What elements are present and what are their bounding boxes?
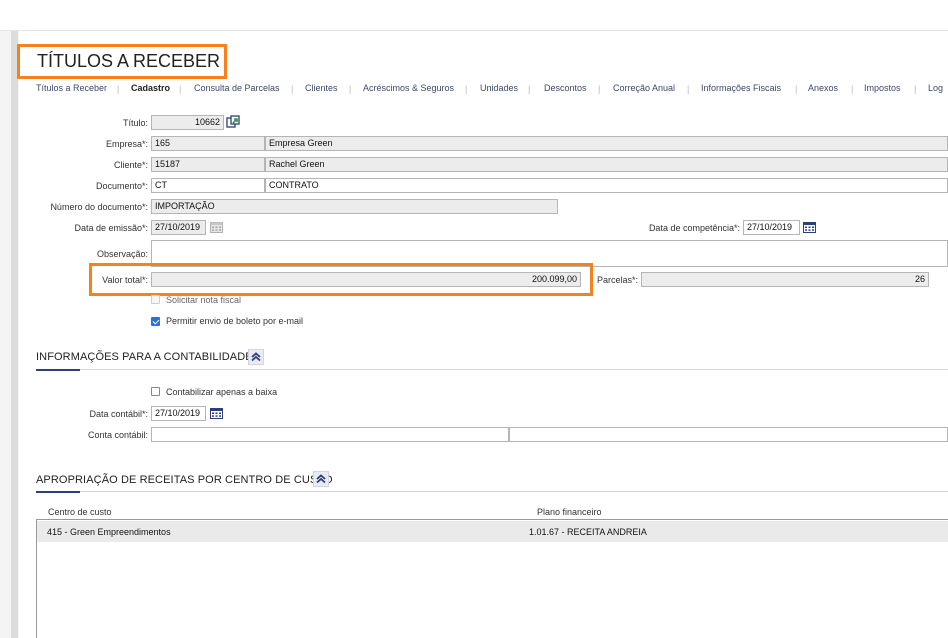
data-emissao-label: Data de emissão*:	[74, 223, 148, 233]
tab-separator: |	[291, 84, 294, 94]
tab-separator: |	[851, 84, 854, 94]
tab-separator: |	[687, 84, 690, 94]
data-contabil-field[interactable]: 27/10/2019	[151, 406, 206, 421]
valor-total-field[interactable]: 200.099,00	[151, 272, 581, 287]
data-competencia-field[interactable]: 27/10/2019	[743, 220, 800, 235]
titulo-field[interactable]: 10662	[151, 115, 224, 130]
table-row[interactable]: 415 - Green Empreendimentos 1.01.67 - RE…	[37, 521, 948, 542]
tab-separator: |	[528, 84, 531, 94]
collapse-apropriacao-button[interactable]	[313, 471, 329, 487]
tab-acrescimos-seguros[interactable]: Acréscimos & Seguros	[363, 83, 454, 93]
calendar-icon[interactable]	[210, 407, 223, 419]
column-header-plano-financeiro[interactable]: Plano financeiro	[537, 507, 602, 517]
tab-log[interactable]: Log	[928, 83, 943, 93]
numero-documento-field[interactable]: IMPORTAÇÃO	[151, 199, 558, 214]
tab-descontos[interactable]: Descontos	[544, 83, 587, 93]
tab-anexos[interactable]: Anexos	[808, 83, 838, 93]
numero-documento-label: Número do documento*:	[50, 202, 148, 212]
valor-total-label: Valor total*:	[102, 275, 148, 285]
section-underline	[36, 369, 80, 371]
tab-separator: |	[117, 84, 120, 94]
solicitar-nota-checkbox	[151, 295, 160, 304]
tab-correcao-anual[interactable]: Correção Anual	[613, 83, 675, 93]
conta-contabil-code-field[interactable]	[151, 427, 509, 442]
tab-informacoes-fiscais[interactable]: Informações Fiscais	[701, 83, 781, 93]
tab-separator: |	[179, 84, 182, 94]
left-scrollbar[interactable]	[11, 31, 18, 638]
cliente-name-field[interactable]: Rachel Green	[265, 157, 948, 172]
section-divider	[36, 491, 948, 492]
empresa-label: Empresa*:	[105, 139, 148, 149]
tab-clientes[interactable]: Clientes	[305, 83, 338, 93]
contabilizar-baixa-label: Contabilizar apenas a baixa	[166, 387, 278, 397]
parcelas-label: Parcelas*:	[596, 275, 638, 285]
documento-code-field[interactable]: CT	[151, 178, 265, 193]
page-title: TÍTULOS A RECEBER	[17, 44, 227, 79]
data-competencia-label: Data de competência*:	[648, 223, 740, 233]
tab-titulos-a-receber[interactable]: Títulos a Receber	[36, 83, 107, 93]
conta-contabil-name-field[interactable]	[509, 427, 948, 442]
collapse-contabilidade-button[interactable]	[248, 349, 264, 365]
tab-cadastro[interactable]: Cadastro	[131, 83, 170, 93]
contabilidade-section-title: INFORMAÇÕES PARA A CONTABILIDADE	[36, 351, 253, 363]
parcelas-field[interactable]: 26	[641, 272, 929, 287]
top-bar	[0, 0, 948, 31]
tab-separator: |	[349, 84, 352, 94]
documento-label: Documento*:	[95, 181, 148, 191]
section-underline	[36, 491, 80, 493]
empresa-code-field[interactable]: 165	[151, 136, 265, 151]
tab-impostos[interactable]: Impostos	[864, 83, 901, 93]
tab-consulta-de-parcelas[interactable]: Consulta de Parcelas	[194, 83, 280, 93]
copy-icon[interactable]	[226, 115, 240, 129]
section-divider	[36, 369, 948, 370]
data-emissao-field[interactable]: 27/10/2019	[151, 220, 206, 235]
empresa-name-field[interactable]: Empresa Green	[265, 136, 948, 151]
tab-separator: |	[598, 84, 601, 94]
calendar-icon[interactable]	[803, 221, 816, 233]
left-sidebar-strip	[0, 31, 19, 638]
cliente-code-field[interactable]: 15187	[151, 157, 265, 172]
data-contabil-label: Data contábil*:	[89, 409, 148, 419]
tab-separator: |	[795, 84, 798, 94]
tab-unidades[interactable]: Unidades	[480, 83, 518, 93]
conta-contabil-label: Conta contábil:	[87, 430, 148, 440]
apropriacao-section-title: APROPRIAÇÃO DE RECEITAS POR CENTRO DE CU…	[36, 474, 333, 486]
cell-plano-financeiro: 1.01.67 - RECEITA ANDREIA	[529, 527, 647, 537]
cell-centro-custo: 415 - Green Empreendimentos	[47, 527, 171, 537]
cliente-label: Cliente*:	[113, 160, 148, 170]
tab-separator: |	[914, 84, 917, 94]
permitir-boleto-checkbox[interactable]	[151, 317, 160, 326]
permitir-boleto-label: Permitir envio de boleto por e-mail	[166, 316, 304, 326]
contabilizar-baixa-checkbox[interactable]	[151, 387, 160, 396]
solicitar-nota-label: Solicitar nota fiscal	[166, 295, 242, 305]
observacao-label: Observação:	[96, 249, 148, 259]
titulo-label: Título:	[122, 118, 148, 128]
documento-name-field[interactable]: CONTRATO	[265, 178, 948, 193]
column-header-centro-custo[interactable]: Centro de custo	[48, 507, 112, 517]
tab-bar: Títulos a Receber | Cadastro | Consulta …	[36, 83, 948, 95]
tab-separator: |	[465, 84, 468, 94]
calendar-icon	[210, 221, 223, 233]
